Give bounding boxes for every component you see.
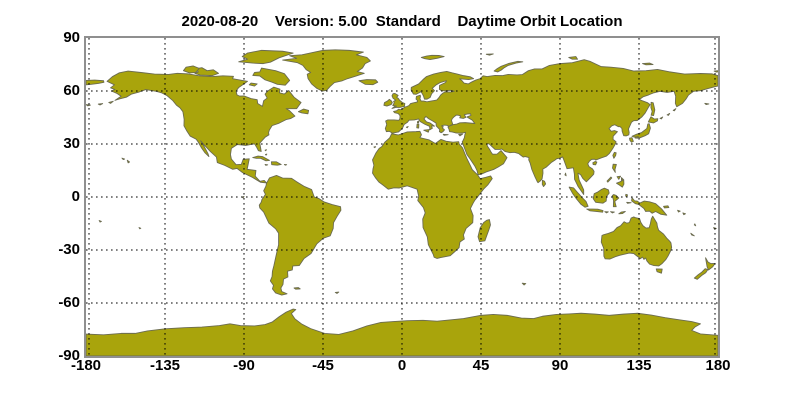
y-axis-tick-label: 0: [24, 188, 80, 206]
x-axis-tick-label: 180: [686, 357, 750, 374]
island-hainan: [593, 161, 597, 164]
x-axis-tick-label: 90: [528, 357, 592, 374]
x-axis-tick-label: 135: [607, 357, 671, 374]
y-axis-tick-label: 30: [24, 135, 80, 153]
island-borneo: [593, 188, 609, 203]
island-madagascar: [478, 220, 490, 242]
x-axis-tick-label: -90: [212, 357, 276, 374]
island-sakhalin: [651, 102, 655, 115]
x-axis-tick-label: 45: [449, 357, 513, 374]
landmass-south-america: [259, 175, 341, 295]
orbit-location-plot: 2020-08-20 Version: 5.00 Standard Daytim…: [0, 0, 800, 400]
landmass-north-america: [107, 71, 301, 183]
island-new-zealand-north: [706, 258, 715, 270]
landmass-greenland: [283, 50, 371, 91]
islands-japan-south: [630, 137, 639, 143]
island-iceland: [359, 80, 378, 85]
landmass-australia: [601, 216, 671, 266]
island-great-britain: [392, 93, 405, 108]
y-axis-tick-label: 60: [24, 82, 80, 100]
world-map: [86, 38, 718, 356]
island-ellesmere: [239, 50, 293, 63]
island-taiwan: [613, 152, 616, 158]
x-axis-tick-label: -45: [291, 357, 355, 374]
y-axis-tick-label: -30: [24, 241, 80, 259]
island-mindanao: [617, 180, 624, 187]
island-new-zealand-south: [694, 269, 708, 280]
island-novaya-zemlya: [494, 61, 523, 72]
island-sri-lanka: [542, 180, 545, 186]
island-java: [587, 209, 603, 212]
plot-title: 2020-08-20 Version: 5.00 Standard Daytim…: [86, 13, 718, 30]
island-ireland: [384, 99, 392, 106]
island-svalbard: [421, 55, 444, 59]
island-sulawesi: [612, 195, 618, 207]
x-axis-tick-label: 0: [370, 357, 434, 374]
y-axis-tick-label: -90: [24, 347, 80, 365]
island-tasmania: [656, 269, 662, 273]
island-hispaniola: [271, 162, 281, 165]
y-axis-tick-label: 90: [24, 29, 80, 47]
island-newfoundland: [298, 109, 308, 114]
island-luzon: [612, 164, 616, 172]
island-baffin: [253, 68, 290, 85]
y-axis-tick-label: -60: [24, 294, 80, 312]
island-banks: [183, 66, 199, 73]
island-cuba: [253, 156, 270, 161]
island-hokkaido: [648, 117, 657, 123]
island-honshu: [632, 124, 650, 138]
island-new-guinea: [632, 198, 667, 215]
island-southampton: [249, 83, 257, 86]
x-axis-tick-label: -135: [133, 357, 197, 374]
